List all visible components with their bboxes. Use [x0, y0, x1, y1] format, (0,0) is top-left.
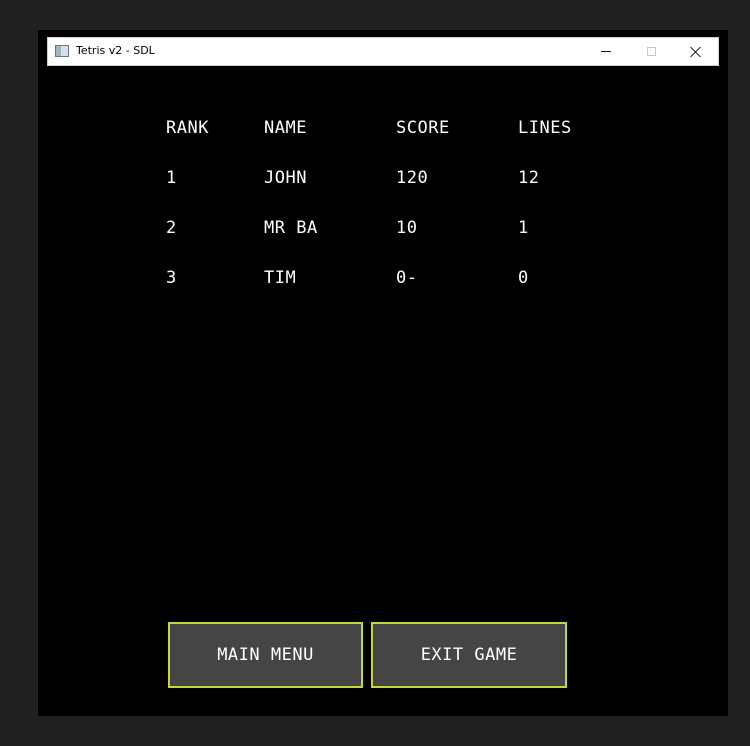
minimize-icon	[601, 51, 611, 52]
game-window: Tetris v2 - SDL RANK NAME SCORE LINES 1 …	[38, 30, 728, 716]
exit-game-label: EXIT GAME	[420, 645, 518, 665]
name-cell: MR BA	[264, 218, 318, 238]
maximize-icon	[646, 47, 656, 56]
header-name: NAME	[264, 118, 307, 138]
lines-cell: 1	[518, 218, 529, 238]
minimize-button[interactable]	[583, 38, 629, 65]
main-menu-label: MAIN MENU	[217, 645, 314, 665]
maximize-button[interactable]	[628, 38, 674, 65]
rank-cell: 2	[166, 218, 177, 238]
close-button[interactable]	[673, 38, 719, 65]
window-title: Tetris v2 - SDL	[76, 44, 155, 57]
close-icon	[690, 46, 702, 58]
main-menu-button[interactable]: MAIN MENU	[168, 622, 363, 688]
title-bar[interactable]: Tetris v2 - SDL	[47, 37, 719, 66]
rank-cell: 3	[166, 268, 177, 288]
rank-cell: 1	[166, 168, 177, 188]
header-rank: RANK	[166, 118, 209, 138]
name-cell: TIM	[264, 268, 297, 288]
exit-game-button[interactable]: EXIT GAME	[371, 622, 567, 688]
score-cell: 10	[396, 218, 418, 238]
lines-cell: 0	[518, 268, 529, 288]
lines-cell: 12	[518, 168, 540, 188]
name-cell: JOHN	[264, 168, 307, 188]
app-window-icon	[55, 45, 69, 57]
score-cell: 0-	[396, 268, 418, 288]
header-lines: LINES	[518, 118, 572, 138]
header-score: SCORE	[396, 118, 450, 138]
score-cell: 120	[396, 168, 429, 188]
